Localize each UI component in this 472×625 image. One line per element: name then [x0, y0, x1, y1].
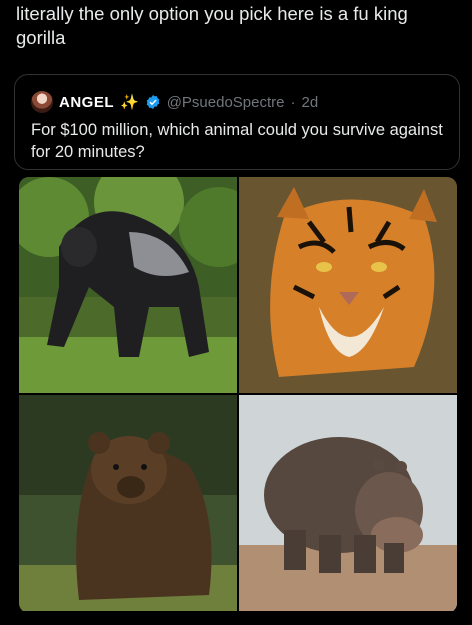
hippo-image[interactable]: [239, 395, 457, 611]
image-grid: [19, 177, 457, 613]
timestamp[interactable]: 2d: [301, 94, 318, 111]
verified-badge-icon: [145, 94, 161, 110]
user-handle[interactable]: @PsuedoSpectre: [167, 94, 285, 111]
avatar[interactable]: [31, 91, 53, 113]
gorilla-image[interactable]: [19, 177, 237, 393]
bear-image[interactable]: [19, 395, 237, 611]
display-name[interactable]: ANGEL: [59, 94, 114, 111]
quoted-tweet-header: ANGEL ✨ @PsuedoSpectre · 2d: [31, 91, 318, 113]
post-text: literally the only option you pick here …: [16, 3, 408, 48]
tiger-image[interactable]: [239, 177, 457, 393]
dot-separator: ·: [290, 93, 296, 111]
quoted-tweet[interactable]: ANGEL ✨ @PsuedoSpectre · 2d For $100 mil…: [14, 74, 460, 170]
sparkle-icon: ✨: [120, 94, 139, 111]
quoted-tweet-text: For $100 million, which animal could you…: [31, 121, 443, 161]
